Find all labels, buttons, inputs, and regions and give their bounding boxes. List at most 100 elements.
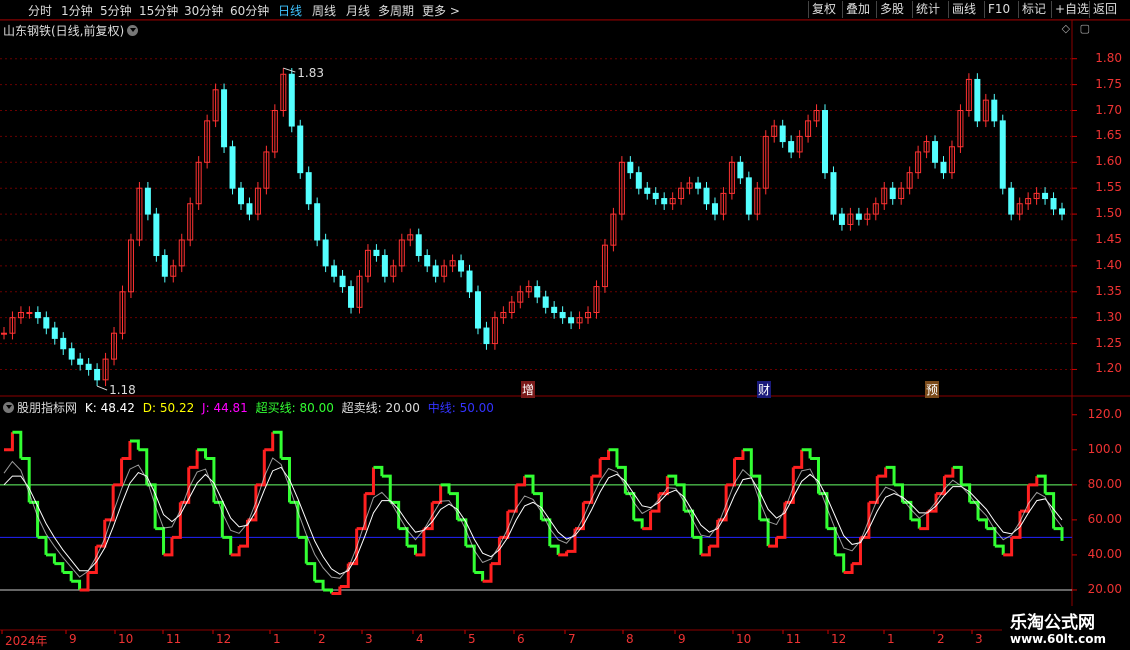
candle-body — [373, 249, 380, 257]
candle-body — [144, 187, 151, 215]
date-axis-label: 1 — [273, 632, 281, 646]
candle-body — [161, 255, 168, 277]
k-line-segment — [239, 519, 250, 548]
indicator-name: 股朋指标网 — [17, 401, 78, 415]
date-axis-label: 1 — [887, 632, 895, 646]
price-axis-label: 1.45 — [1095, 231, 1122, 246]
date-axis-label: 12 — [216, 632, 232, 646]
k-line-segment — [818, 492, 829, 529]
candle-body — [551, 306, 558, 313]
k-line-segment — [516, 476, 527, 487]
k-line-segment — [868, 476, 879, 504]
oversold-value: 超卖线: 20.00 — [341, 401, 420, 415]
k-line-segment — [944, 467, 955, 478]
price-axis-label: 1.70 — [1095, 102, 1122, 117]
candle-body — [568, 317, 575, 324]
k-line-segment — [281, 457, 291, 503]
k-line-segment — [121, 441, 132, 461]
candle-body — [974, 78, 981, 122]
k-line-segment — [113, 458, 124, 487]
k-line-segment — [633, 518, 644, 529]
candle-body — [1, 332, 7, 335]
k-line-segment — [499, 511, 510, 539]
k-line-segment — [297, 535, 308, 564]
indicator-axis-label: 100.0 — [1087, 441, 1122, 456]
d-value: D: 50.22 — [142, 401, 195, 415]
k-line-segment — [583, 476, 594, 504]
k-line-segment — [104, 484, 115, 522]
event-marker-0[interactable]: 增 — [521, 381, 536, 398]
price-axis-label: 1.55 — [1095, 180, 1122, 195]
k-line-segment — [4, 432, 14, 452]
candle-body — [627, 161, 634, 174]
indicator-axis-label: 120.0 — [1087, 406, 1122, 421]
k-line-segment — [910, 518, 921, 529]
candle-body — [635, 172, 642, 189]
candle-body — [940, 161, 947, 174]
k-line-segment — [264, 432, 275, 452]
candle-body — [68, 348, 75, 360]
k-line-segment — [759, 518, 770, 547]
candle-body — [1008, 187, 1015, 215]
k-line-segment — [188, 449, 199, 469]
k-line-segment — [356, 493, 367, 531]
date-axis-label: 4 — [416, 632, 424, 646]
candle-body — [51, 327, 58, 339]
k-line-segment — [541, 518, 552, 547]
k-line-segment — [877, 467, 888, 478]
k-value: K: 48.42 — [84, 401, 135, 415]
chevron-down-icon[interactable] — [3, 402, 14, 413]
candle-body — [559, 311, 566, 319]
k-line-segment — [684, 509, 695, 538]
candle-body — [34, 311, 41, 319]
k-line-segment — [213, 500, 224, 538]
k-line-segment — [600, 449, 611, 461]
k-line-segment — [860, 502, 871, 539]
candle-body — [474, 291, 481, 329]
price-axis-label: 1.40 — [1095, 257, 1122, 272]
k-line-segment — [810, 457, 820, 494]
price-axis-label: 1.75 — [1095, 76, 1122, 91]
indicator-axis-label: 60.00 — [1087, 511, 1122, 526]
k-line-segment — [381, 474, 392, 503]
k-line-segment — [37, 535, 48, 555]
k-line-segment — [1028, 476, 1039, 487]
k-line-segment — [1053, 527, 1064, 541]
k-line-segment — [222, 535, 233, 555]
k-line-segment — [474, 570, 485, 582]
candle-body — [1059, 208, 1065, 215]
indicator-title: 股朋指标网 K: 48.42 D: 50.22 J: 44.81 超买线: 80… — [3, 399, 498, 416]
k-line-segment — [314, 579, 325, 590]
low-label: 1.18 — [109, 383, 136, 397]
candle-body — [85, 363, 92, 370]
indicator-axis-label: 80.00 — [1087, 476, 1122, 491]
candle-body — [322, 239, 329, 267]
k-line-segment — [507, 484, 518, 513]
date-axis-label: 5 — [468, 632, 476, 646]
candle-body — [381, 255, 388, 277]
candle-body — [458, 260, 465, 272]
event-marker-1[interactable]: 财 — [757, 381, 772, 398]
candle-body — [229, 146, 236, 189]
candle-body — [1050, 198, 1057, 210]
event-marker-2[interactable]: 预 — [925, 381, 940, 398]
price-axis-label: 1.50 — [1095, 206, 1122, 221]
k-line-segment — [734, 449, 745, 461]
k-line-segment — [465, 544, 476, 573]
date-axis-label: 2024年 — [5, 634, 48, 648]
kline-chart[interactable]: 1.83 1.18 — [0, 0, 1130, 650]
date-axis-label: 12 — [831, 632, 847, 646]
k-line-segment — [625, 492, 636, 520]
k-line-segment — [390, 500, 401, 529]
candle-body — [991, 99, 998, 122]
candle-body — [466, 270, 473, 293]
candle-body — [331, 265, 338, 277]
candle-body — [745, 177, 752, 215]
candle-body — [432, 265, 439, 277]
candle-body — [415, 234, 422, 257]
candle-body — [838, 213, 845, 225]
price-axis-label: 1.25 — [1095, 335, 1122, 350]
k-line-segment — [675, 483, 686, 512]
k-line-segment — [591, 458, 602, 478]
price-axis-label: 1.20 — [1095, 361, 1122, 376]
